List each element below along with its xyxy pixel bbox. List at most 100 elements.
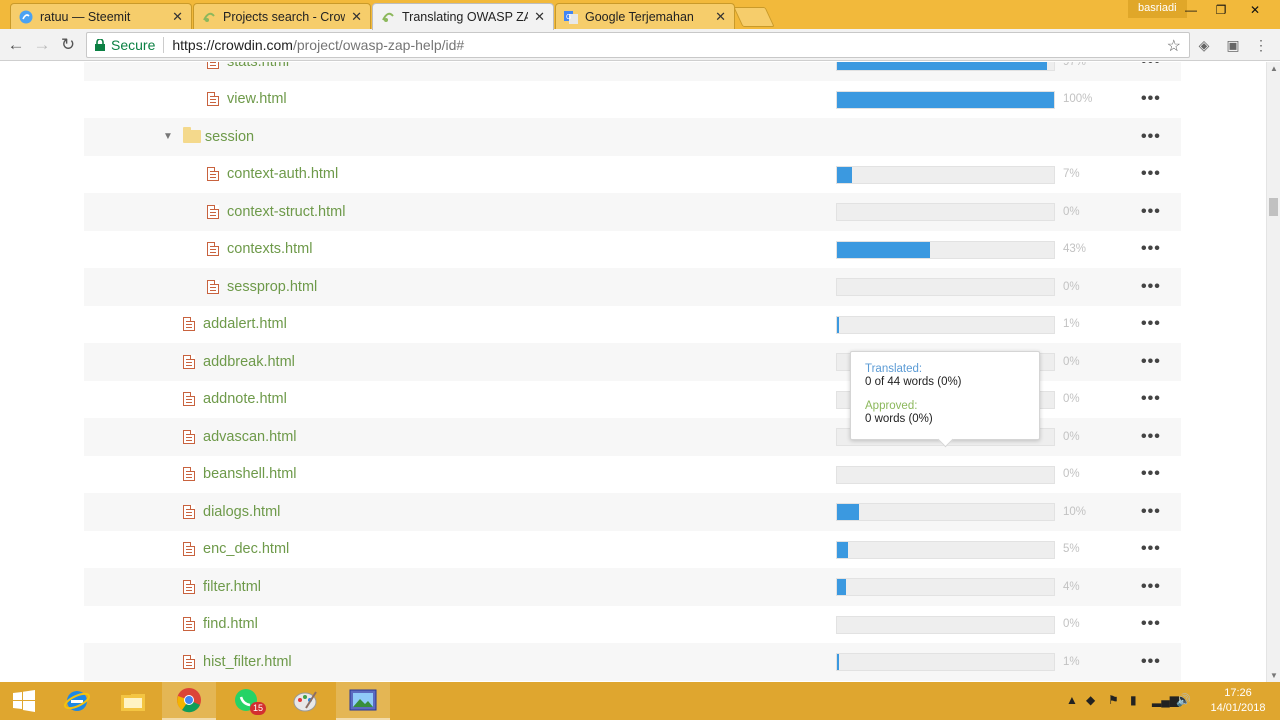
file-name[interactable]: context-auth.html: [227, 166, 338, 182]
tree-item[interactable]: stats.html: [207, 62, 289, 81]
translation-progress-bar[interactable]: [836, 465, 1055, 484]
file-row[interactable]: enc_dec.html 5% •••: [84, 531, 1181, 569]
file-name[interactable]: view.html: [227, 91, 287, 107]
chrome-icon[interactable]: [162, 682, 216, 720]
more-options-icon[interactable]: •••: [1141, 306, 1161, 344]
address-bar[interactable]: Secure https://crowdin.com /project/owas…: [86, 32, 1190, 58]
network-icon[interactable]: ▂▄▆: [1152, 693, 1179, 707]
more-options-icon[interactable]: •••: [1141, 156, 1161, 194]
close-icon[interactable]: ✕: [351, 9, 362, 25]
more-options-icon[interactable]: •••: [1141, 418, 1161, 456]
tree-item[interactable]: enc_dec.html: [183, 531, 289, 569]
file-row[interactable]: dialogs.html 10% •••: [84, 493, 1181, 531]
extension-icon[interactable]: ◈: [1196, 37, 1212, 53]
translation-progress-bar[interactable]: [836, 653, 1055, 671]
reload-icon[interactable]: ↻: [56, 34, 80, 56]
menu-icon[interactable]: ⋮: [1253, 37, 1269, 53]
file-row[interactable]: find.html 0% •••: [84, 606, 1181, 644]
show-hidden-icons[interactable]: ▲: [1066, 693, 1078, 707]
file-row[interactable]: addalert.html 1% •••: [84, 306, 1181, 344]
tree-item[interactable]: addnote.html: [183, 381, 287, 419]
close-icon[interactable]: ✕: [715, 9, 726, 25]
file-name[interactable]: sessprop.html: [227, 279, 317, 295]
file-row[interactable]: view.html 100% •••: [84, 81, 1181, 119]
translation-progress-bar[interactable]: [836, 165, 1055, 184]
translation-progress-bar[interactable]: [836, 503, 1055, 521]
tree-item[interactable]: find.html: [183, 606, 258, 644]
action-center-flag-icon[interactable]: ⚑: [1108, 693, 1119, 707]
minimize-icon[interactable]: —: [1176, 0, 1206, 20]
window-close-icon[interactable]: ✕: [1240, 0, 1270, 20]
more-options-icon[interactable]: •••: [1141, 231, 1161, 269]
more-options-icon[interactable]: •••: [1141, 268, 1161, 306]
translation-progress-bar[interactable]: [836, 240, 1055, 259]
tree-item[interactable]: sessprop.html: [207, 268, 317, 306]
more-options-icon[interactable]: •••: [1141, 568, 1161, 606]
tree-item[interactable]: context-auth.html: [207, 156, 338, 194]
image-viewer-icon[interactable]: [336, 682, 390, 720]
file-name[interactable]: addalert.html: [203, 316, 287, 332]
file-name[interactable]: dialogs.html: [203, 504, 280, 520]
tree-item[interactable]: hist_filter.html: [183, 643, 292, 681]
more-options-icon[interactable]: •••: [1141, 493, 1161, 531]
file-name[interactable]: enc_dec.html: [203, 541, 289, 557]
tree-item[interactable]: filter.html: [183, 568, 261, 606]
more-options-icon[interactable]: •••: [1141, 381, 1161, 419]
translation-progress-bar[interactable]: [836, 578, 1055, 596]
file-row[interactable]: beanshell.html 0% •••: [84, 456, 1181, 494]
translation-progress-bar[interactable]: [836, 540, 1055, 559]
file-row[interactable]: contexts.html 43% •••: [84, 231, 1181, 269]
folder-row[interactable]: ▼ session •••: [84, 118, 1181, 156]
battery-icon[interactable]: ▮: [1130, 693, 1137, 707]
file-name[interactable]: context-struct.html: [227, 204, 345, 220]
more-options-icon[interactable]: •••: [1141, 118, 1161, 156]
bookmark-star-icon[interactable]: ☆: [1167, 36, 1181, 56]
more-options-icon[interactable]: •••: [1141, 81, 1161, 119]
restore-icon[interactable]: ❐: [1206, 0, 1236, 20]
volume-icon[interactable]: 🔊: [1176, 693, 1191, 707]
translation-progress-bar[interactable]: [836, 62, 1055, 71]
translation-progress-bar[interactable]: [836, 90, 1055, 109]
system-clock[interactable]: 17:26 14/01/2018: [1203, 686, 1273, 716]
tree-item[interactable]: addbreak.html: [183, 343, 295, 381]
tree-item[interactable]: dialogs.html: [183, 493, 280, 531]
tab-translating-owasp[interactable]: Translating OWASP ZAP ✕: [372, 3, 554, 30]
tree-item[interactable]: contexts.html: [207, 231, 312, 269]
file-row[interactable]: filter.html 4% •••: [84, 568, 1181, 606]
file-row[interactable]: context-struct.html 0% •••: [84, 193, 1181, 231]
file-row[interactable]: sessprop.html 0% •••: [84, 268, 1181, 306]
file-name[interactable]: addnote.html: [203, 391, 287, 407]
scroll-down-icon[interactable]: ▼: [1270, 671, 1278, 680]
file-name[interactable]: stats.html: [227, 62, 289, 70]
tab-steemit[interactable]: ratuu — Steemit ✕: [10, 3, 192, 29]
more-options-icon[interactable]: •••: [1141, 456, 1161, 494]
whatsapp-icon[interactable]: 15: [220, 682, 274, 720]
more-options-icon[interactable]: •••: [1141, 531, 1161, 569]
more-options-icon[interactable]: •••: [1141, 643, 1161, 681]
secure-indicator[interactable]: Secure: [87, 37, 155, 53]
forward-icon[interactable]: →: [30, 34, 54, 56]
translation-progress-bar[interactable]: [836, 615, 1055, 634]
translation-progress-bar[interactable]: [836, 278, 1055, 296]
more-options-icon[interactable]: •••: [1141, 343, 1161, 381]
file-explorer-icon[interactable]: [106, 682, 160, 720]
more-options-icon[interactable]: •••: [1141, 62, 1161, 81]
file-name[interactable]: hist_filter.html: [203, 654, 292, 670]
file-row[interactable]: hist_filter.html 1% •••: [84, 643, 1181, 681]
expand-caret-icon[interactable]: ▼: [163, 131, 173, 142]
tab-projects-search[interactable]: Projects search - Crowdi ✕: [193, 3, 371, 29]
vertical-scrollbar[interactable]: ▲ ▼: [1266, 62, 1280, 682]
tree-item[interactable]: ▼ session: [163, 118, 254, 156]
translation-progress-bar[interactable]: [836, 203, 1055, 221]
start-button[interactable]: [0, 682, 48, 720]
more-options-icon[interactable]: •••: [1141, 193, 1161, 231]
tray-app-icon[interactable]: ◆: [1086, 693, 1095, 707]
tree-item[interactable]: advascan.html: [183, 418, 297, 456]
file-name[interactable]: find.html: [203, 616, 258, 632]
translation-progress-bar[interactable]: [836, 315, 1055, 334]
file-name[interactable]: filter.html: [203, 579, 261, 595]
file-name[interactable]: contexts.html: [227, 241, 312, 257]
file-name[interactable]: beanshell.html: [203, 466, 297, 482]
paint-icon[interactable]: [278, 682, 332, 720]
tab-google-terjemahan[interactable]: G Google Terjemahan ✕: [555, 3, 735, 29]
